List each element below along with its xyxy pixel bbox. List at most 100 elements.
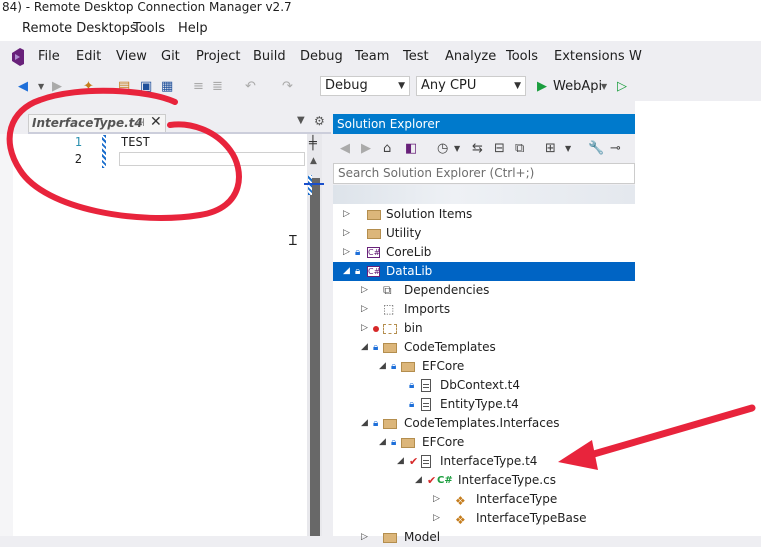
collapse-arrow-icon[interactable]: ◢: [361, 338, 368, 357]
csharp-project-icon: C#: [367, 247, 381, 258]
chevron-down-icon: ▼: [514, 81, 521, 91]
tree-item-corelib[interactable]: ▷ 🔒︎ C# CoreLib: [333, 243, 635, 262]
tree-item-label: Dependencies: [404, 283, 490, 297]
checked-out-icon: ✔: [409, 455, 419, 468]
tree-item-model[interactable]: ▷ Model: [333, 528, 635, 547]
chevron-down-icon: ▼: [398, 81, 405, 91]
tree-item-codetemplates[interactable]: ◢ 🔒︎ CodeTemplates: [333, 338, 635, 357]
gear-icon[interactable]: ⚙: [314, 114, 325, 128]
tree-item-bin[interactable]: ▷ bin: [333, 319, 635, 338]
start-target[interactable]: WebApi: [553, 79, 602, 95]
imports-icon: ⬚: [383, 302, 395, 316]
csharp-file-icon: C#: [437, 475, 453, 486]
sync-icon[interactable]: ⇆: [472, 141, 483, 156]
scrollbar-caret-marker: [304, 183, 324, 185]
tree-item-imports[interactable]: ▷ ⬚ Imports: [333, 300, 635, 319]
tree-item-label: DbContext.t4: [440, 378, 521, 392]
expand-arrow-icon[interactable]: ▷: [433, 509, 440, 528]
tree-item-dependencies[interactable]: ▷ ⧉ Dependencies: [333, 281, 635, 300]
expand-arrow-icon[interactable]: ▷: [361, 300, 368, 319]
tree-item-label: EntityType.t4: [440, 397, 519, 411]
tree-item-label: InterfaceType.t4: [440, 454, 538, 468]
solution-explorer-search-input[interactable]: Search Solution Explorer (Ctrl+;): [333, 163, 635, 184]
collapse-arrow-icon[interactable]: ◢: [379, 357, 386, 376]
menu-tools[interactable]: Tools: [133, 21, 165, 36]
dependencies-icon: ⧉: [383, 283, 392, 297]
menu-help[interactable]: Help: [178, 21, 208, 36]
folder-icon: [383, 343, 397, 353]
folder-icon: [367, 229, 381, 239]
menu-tools-vs[interactable]: Tools: [506, 49, 538, 64]
collapse-arrow-icon[interactable]: ◢: [343, 262, 350, 281]
tree-item-label: EFCore: [422, 435, 465, 449]
annotation-circle: [6, 87, 242, 221]
split-window-icon[interactable]: ╪: [309, 136, 317, 151]
expand-arrow-icon[interactable]: ▷: [343, 224, 350, 243]
pending-changes-dropdown-icon[interactable]: ▼: [454, 144, 460, 153]
menu-analyze[interactable]: Analyze: [445, 49, 496, 64]
tree-item-interfacetype-cs[interactable]: ◢ ✔ C# InterfaceType.cs: [333, 471, 635, 490]
collapse-all-icon[interactable]: ⊟: [494, 141, 505, 156]
tree-item-dbcontext-t4[interactable]: 🔒︎ DbContext.t4: [333, 376, 635, 395]
properties-wrench-icon[interactable]: 🔧: [588, 141, 604, 156]
menu-window[interactable]: W: [629, 49, 642, 64]
menu-test[interactable]: Test: [403, 49, 429, 64]
tree-item-class-interfacetypebase[interactable]: ▷ ❖ InterfaceTypeBase: [333, 509, 635, 528]
tree-item-label: InterfaceType.cs: [458, 473, 556, 487]
menu-team[interactable]: Team: [355, 49, 389, 64]
start-without-debug-icon[interactable]: ▷: [617, 79, 627, 95]
show-all-files-icon[interactable]: ⧉: [515, 141, 524, 156]
start-debug-icon[interactable]: ▶: [537, 79, 547, 95]
menu-build[interactable]: Build: [253, 49, 286, 64]
expand-arrow-icon[interactable]: ▷: [361, 319, 368, 338]
collapse-arrow-icon[interactable]: ◢: [361, 414, 368, 433]
tree-item-class-interfacetype[interactable]: ▷ ❖ InterfaceType: [333, 490, 635, 509]
preview-dropdown-icon[interactable]: ▼: [565, 144, 571, 153]
tree-item-efcore[interactable]: ◢ 🔒︎ EFCore: [333, 357, 635, 376]
pin-icon[interactable]: ⊸: [610, 141, 621, 156]
expand-arrow-icon[interactable]: ▷: [343, 243, 350, 262]
tree-item-solution-items[interactable]: ▷ Solution Items: [333, 205, 635, 224]
platform-dropdown[interactable]: Any CPU ▼: [416, 76, 526, 96]
expand-arrow-icon[interactable]: ▷: [433, 490, 440, 509]
home-icon[interactable]: ⌂: [383, 141, 391, 156]
file-icon: [421, 379, 431, 392]
file-icon: [421, 398, 431, 411]
menu-debug[interactable]: Debug: [300, 49, 343, 64]
pending-changes-icon[interactable]: ◷: [437, 141, 448, 156]
start-target-dropdown-icon[interactable]: ▼: [601, 79, 607, 95]
folder-icon: [401, 362, 415, 372]
solution-node-obscured: [333, 185, 635, 204]
expand-arrow-icon[interactable]: ▷: [361, 528, 368, 547]
excluded-status-icon: [373, 326, 379, 332]
tree-item-datalib[interactable]: ◢ 🔒︎ C# DataLib: [333, 262, 635, 281]
menu-remote-desktops[interactable]: Remote Desktops: [22, 21, 137, 36]
expand-arrow-icon[interactable]: ▷: [343, 205, 350, 224]
menu-extensions[interactable]: Extensions: [554, 49, 625, 64]
lock-icon: 🔒︎: [409, 399, 415, 410]
window-title: 84) - Remote Desktop Connection Manager …: [0, 0, 761, 17]
lock-icon: 🔒︎: [373, 342, 379, 353]
platform-value: Any CPU: [421, 78, 477, 93]
redo-icon[interactable]: ↷: [282, 79, 293, 95]
collapse-arrow-icon[interactable]: ◢: [415, 471, 422, 490]
configuration-dropdown[interactable]: Debug ▼: [320, 76, 410, 96]
tree-item-label: CodeTemplates.Interfaces: [404, 416, 560, 430]
collapse-arrow-icon[interactable]: ◢: [397, 452, 404, 471]
folder-icon: [383, 533, 397, 543]
collapse-arrow-icon[interactable]: ◢: [379, 433, 386, 452]
forward-icon[interactable]: ▶: [361, 141, 371, 156]
back-icon[interactable]: ◀: [340, 141, 350, 156]
expand-arrow-icon[interactable]: ▷: [361, 281, 368, 300]
scroll-up-icon[interactable]: ▲: [310, 156, 317, 166]
scrollbar-thumb[interactable]: [310, 178, 320, 536]
folder-icon: [383, 324, 397, 334]
preview-selected-icon[interactable]: ⊞: [545, 141, 556, 156]
tree-item-label: Model: [404, 530, 441, 544]
tab-list-dropdown-icon[interactable]: ▼: [297, 115, 305, 126]
file-icon: [421, 455, 431, 468]
tree-item-utility[interactable]: ▷ Utility: [333, 224, 635, 243]
lock-icon: 🔒︎: [373, 418, 379, 429]
lock-icon: 🔒︎: [391, 361, 397, 372]
switch-views-icon[interactable]: ◧: [405, 141, 417, 156]
